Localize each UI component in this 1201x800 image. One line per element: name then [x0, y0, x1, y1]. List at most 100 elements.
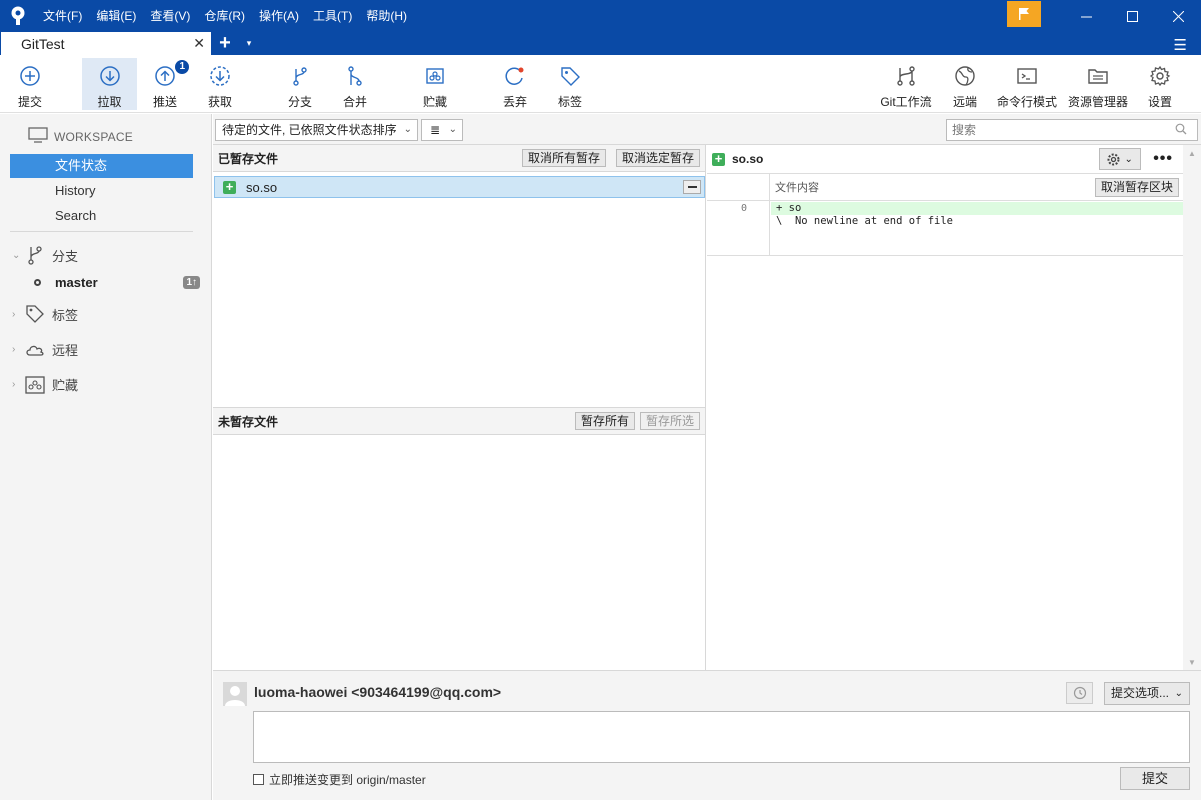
- line-number: 0: [740, 203, 747, 214]
- sourcetree-logo-icon: [0, 0, 36, 32]
- stage-selected-button[interactable]: 暂存所选: [639, 412, 700, 430]
- branch-icon: [288, 64, 312, 87]
- explorer-button[interactable]: 资源管理器: [1066, 58, 1130, 110]
- hunk-header: 文件内容 取消暂存区块: [770, 174, 1183, 201]
- tag-button[interactable]: 标签: [550, 58, 590, 110]
- menu-view[interactable]: 查看(V): [143, 0, 197, 32]
- remote-label: 远端: [952, 95, 977, 109]
- stash-icon: [24, 375, 46, 394]
- close-window-icon[interactable]: [1155, 0, 1201, 32]
- menu-bar: 文件(F) 编辑(E) 查看(V) 仓库(R) 操作(A) 工具(T) 帮助(H…: [36, 0, 414, 32]
- commit-submit-button[interactable]: 提交: [1120, 767, 1190, 790]
- git-flow-button[interactable]: Git工作流: [876, 58, 936, 110]
- menu-help[interactable]: 帮助(H): [359, 0, 414, 32]
- tab-list-chevron-icon[interactable]: ▾: [239, 32, 259, 55]
- checkbox-icon[interactable]: [253, 774, 264, 785]
- commit-options-label: 提交选项...: [1111, 686, 1170, 700]
- commit-author: luoma-haowei <903464199@qq.com>: [254, 684, 502, 700]
- minimize-icon[interactable]: [1063, 0, 1109, 32]
- title-bar: 文件(F) 编辑(E) 查看(V) 仓库(R) 操作(A) 工具(T) 帮助(H…: [0, 0, 1201, 32]
- commit-message-input[interactable]: [253, 711, 1190, 763]
- sidebar-group-branches[interactable]: ⌄ 分支: [12, 245, 78, 265]
- sidebar-group-tags[interactable]: › 标签: [12, 304, 78, 324]
- stashes-label: 贮藏: [52, 378, 79, 393]
- staged-file-row[interactable]: + so.so: [214, 176, 705, 198]
- branch-button[interactable]: 分支: [280, 58, 320, 110]
- unstaged-files-title: 未暂存文件: [218, 414, 279, 429]
- remote-button[interactable]: 远端: [945, 58, 985, 110]
- chevron-right-icon: ›: [12, 344, 16, 355]
- git-flow-label: Git工作流: [880, 95, 932, 109]
- stash-button[interactable]: 贮藏: [415, 58, 455, 110]
- file-sort-label: 待定的文件, 已依照文件状态排序: [222, 123, 397, 137]
- hamburger-menu-icon[interactable]: ☰: [1174, 36, 1187, 54]
- maximize-icon[interactable]: [1109, 0, 1155, 32]
- sidebar-divider: [10, 231, 193, 232]
- unstage-hunk-button[interactable]: 取消暂存区块: [1094, 177, 1179, 197]
- stage-all-button[interactable]: 暂存所有: [574, 412, 635, 430]
- diff-scrollbar[interactable]: ▲ ▼: [1183, 145, 1201, 670]
- diff-hunk: 0 文件内容 取消暂存区块 + so \ No newline at end o…: [707, 173, 1183, 256]
- hunk-title: 文件内容: [775, 182, 819, 194]
- unstage-file-button[interactable]: [683, 180, 701, 194]
- tab-close-icon[interactable]: ✕: [193, 35, 205, 52]
- menu-edit[interactable]: 编辑(E): [89, 0, 143, 32]
- new-tab-icon[interactable]: +: [211, 32, 239, 55]
- branch-master-label: master: [55, 274, 98, 290]
- fetch-label: 获取: [207, 95, 232, 109]
- unstage-selected-button[interactable]: 取消选定暂存: [615, 149, 700, 167]
- menu-repository[interactable]: 仓库(R): [197, 0, 252, 32]
- discard-button[interactable]: 丢弃: [495, 58, 535, 110]
- chevron-down-icon: ⌄: [403, 124, 412, 135]
- sidebar-item-file-status[interactable]: 文件状态: [10, 154, 193, 178]
- scroll-up-icon[interactable]: ▲: [1188, 149, 1196, 158]
- commit-button[interactable]: 提交: [10, 58, 50, 110]
- stash-label: 贮藏: [422, 95, 447, 109]
- push-immediately-checkbox[interactable]: 立即推送变更到 origin/master: [253, 771, 426, 788]
- discard-label: 丢弃: [502, 95, 527, 109]
- stash-icon: [423, 64, 447, 87]
- staged-files-panel: 已暂存文件 取消所有暂存 取消选定暂存 + so.so: [213, 145, 706, 407]
- sidebar-group-stashes[interactable]: › 贮藏: [12, 375, 78, 394]
- push-button[interactable]: 1 推送: [145, 58, 189, 110]
- cloud-icon: [24, 343, 46, 357]
- sidebar-item-history[interactable]: History: [10, 179, 193, 203]
- tab-title: GitTest: [21, 35, 65, 52]
- menu-file[interactable]: 文件(F): [36, 0, 89, 32]
- commit-options-dropdown[interactable]: 提交选项... ⌄: [1104, 682, 1190, 705]
- chevron-down-icon: ⌄: [1174, 688, 1183, 699]
- settings-button[interactable]: 设置: [1140, 58, 1180, 110]
- toolbar: 提交 拉取 1 推送 获取 分支 合并 贮藏 丢弃 标签 Git工作流 远端 命…: [0, 55, 1201, 113]
- tab-gittest[interactable]: GitTest ✕: [1, 32, 211, 55]
- file-sort-dropdown[interactable]: 待定的文件, 已依照文件状态排序 ⌄: [215, 119, 418, 141]
- unstage-all-button[interactable]: 取消所有暂存: [521, 149, 606, 167]
- chevron-down-icon: ⌄: [12, 249, 21, 261]
- diff-options-button[interactable]: ⌄: [1099, 148, 1142, 170]
- more-options-icon[interactable]: •••: [1153, 150, 1173, 168]
- sidebar-item-search[interactable]: Search: [10, 204, 193, 228]
- pull-button[interactable]: 拉取: [82, 58, 137, 110]
- fetch-button[interactable]: 获取: [200, 58, 240, 110]
- terminal-button[interactable]: 命令行模式: [995, 58, 1059, 110]
- search-input[interactable]: [946, 119, 1198, 141]
- branch-icon: [24, 245, 46, 265]
- commit-history-button[interactable]: [1066, 682, 1093, 704]
- branch-master[interactable]: master 1↑: [34, 274, 200, 290]
- current-branch-icon: [34, 278, 41, 286]
- view-mode-dropdown[interactable]: ≣ ⌄: [421, 119, 463, 141]
- diff-file-name: so.so: [732, 152, 764, 166]
- explorer-label: 资源管理器: [1067, 95, 1128, 109]
- scroll-down-icon[interactable]: ▼: [1188, 658, 1196, 667]
- flag-icon[interactable]: [1007, 1, 1041, 27]
- menu-tools[interactable]: 工具(T): [306, 0, 359, 32]
- merge-button[interactable]: 合并: [335, 58, 375, 110]
- diff-header: + so.so ⌄ •••: [707, 145, 1183, 173]
- folder-icon: [1086, 64, 1110, 87]
- sidebar-group-remotes[interactable]: › 远程: [12, 340, 78, 359]
- branch-label: 分支: [287, 95, 312, 109]
- tag-icon: [24, 304, 46, 324]
- terminal-icon: [1015, 64, 1039, 87]
- fetch-icon: [208, 64, 232, 87]
- menu-actions[interactable]: 操作(A): [252, 0, 306, 32]
- remotes-label: 远程: [52, 343, 79, 358]
